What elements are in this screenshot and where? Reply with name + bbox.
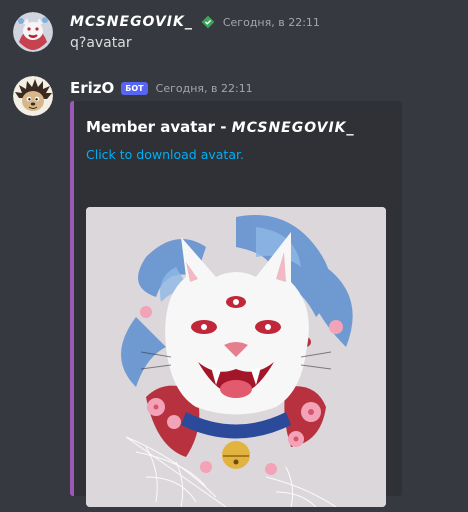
bot-tag: БОТ [121, 81, 148, 95]
message-user: MCSNEGOVIK_ Сегодня, в 22:11 q?avatar [0, 0, 468, 70]
message-content: q?avatar [70, 35, 132, 51]
embed-title: Member avatar - MCSNEGOVIK_ [86, 118, 355, 136]
message-timestamp: Сегодня, в 22:11 [222, 15, 320, 29]
message-bot: ErizO БОТ Сегодня, в 22:11 Member avatar… [0, 74, 468, 512]
message-timestamp: Сегодня, в 22:11 [155, 81, 253, 95]
verified-badge-icon [201, 15, 215, 29]
avatar-image[interactable] [86, 207, 386, 507]
username[interactable]: MCSNEGOVIK_ [70, 14, 193, 30]
bot-avatar[interactable] [13, 76, 53, 116]
message-header: ErizO БОТ Сегодня, в 22:11 [70, 78, 253, 98]
hedgehog-avatar-icon [13, 76, 53, 116]
user-avatar[interactable] [13, 12, 53, 52]
username[interactable]: ErizO [70, 79, 114, 97]
white-cat-avatar-icon [13, 12, 53, 52]
embed-title-prefix: Member avatar - [86, 118, 232, 136]
download-avatar-link[interactable]: Click to download avatar. [86, 147, 244, 162]
embed-title-name: MCSNEGOVIK_ [231, 120, 355, 136]
avatar-embed: Member avatar - MCSNEGOVIK_ Click to dow… [70, 101, 402, 507]
message-header: MCSNEGOVIK_ Сегодня, в 22:11 [70, 12, 320, 32]
white-cat-artwork-image [86, 207, 386, 507]
